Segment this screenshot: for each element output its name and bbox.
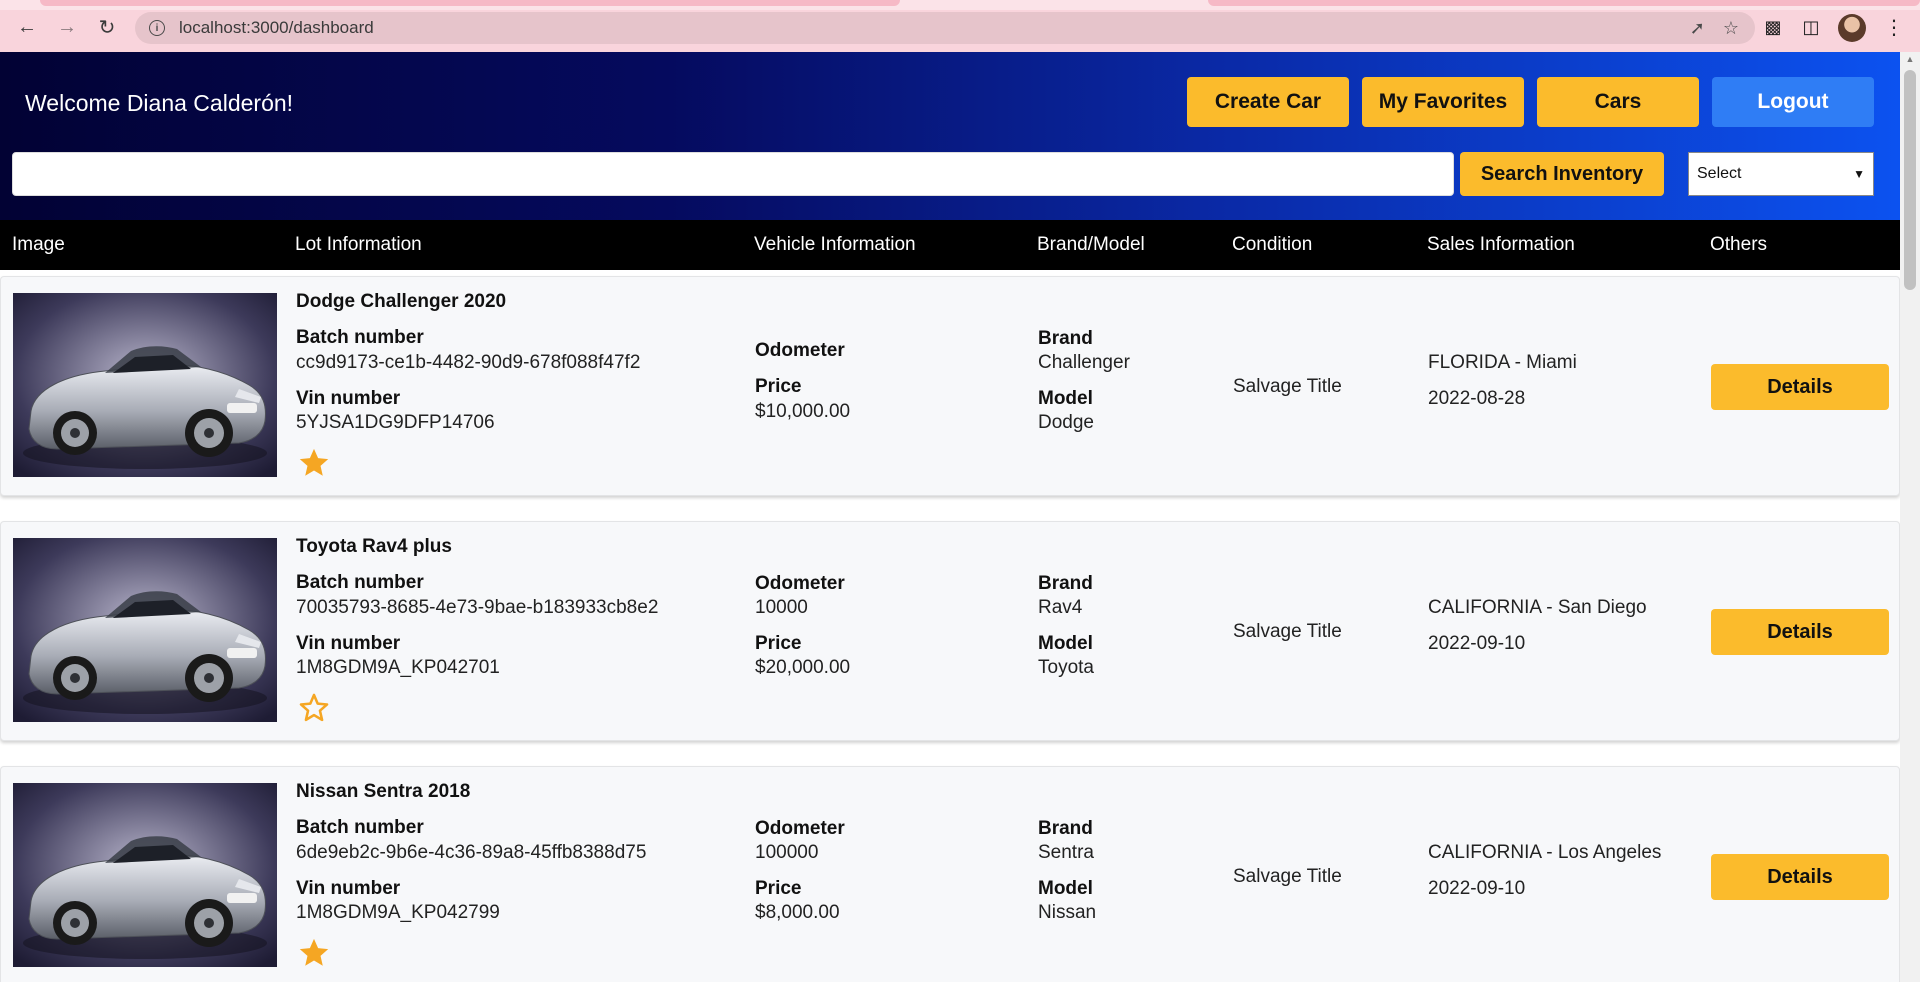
profile-avatar[interactable] [1838, 14, 1866, 42]
car-image [13, 293, 277, 477]
cars-button[interactable]: Cars [1537, 77, 1699, 127]
model-value: Dodge [1038, 412, 1094, 433]
price-label: Price [755, 878, 802, 899]
odometer-value: 10000 [755, 597, 808, 618]
vin-number: 1M8GDM9A_KP042701 [296, 657, 500, 678]
details-button[interactable]: Details [1711, 364, 1889, 410]
forward-arrow-icon[interactable]: → [54, 14, 80, 40]
column-header-brand-model: Brand/Model [1037, 234, 1145, 255]
model-label: Model [1038, 633, 1093, 654]
vin-label: Vin number [296, 878, 401, 899]
batch-label: Batch number [296, 327, 424, 348]
model-value: Toyota [1038, 657, 1094, 678]
sale-location: CALIFORNIA - Los Angeles [1428, 842, 1662, 863]
welcome-message: Welcome Diana Calderón! [25, 90, 294, 116]
reload-icon[interactable]: ↻ [94, 14, 120, 40]
site-info-icon[interactable]: i [149, 20, 165, 36]
car-image [13, 538, 277, 722]
brand-label: Brand [1038, 573, 1093, 594]
sale-date: 2022-09-10 [1428, 633, 1526, 654]
price-label: Price [755, 376, 802, 397]
side-panel-icon[interactable]: ◫ [1798, 14, 1824, 40]
favorite-star-filled-icon[interactable] [297, 446, 331, 480]
back-arrow-icon[interactable]: ← [14, 14, 40, 40]
filter-select-value: Select [1697, 165, 1742, 182]
table-header: Image Lot Information Vehicle Informatio… [0, 220, 1900, 270]
car-title: Dodge Challenger 2020 [296, 291, 507, 312]
condition-value: Salvage Title [1233, 866, 1342, 887]
batch-label: Batch number [296, 817, 424, 838]
column-header-image: Image [12, 234, 65, 255]
sale-location: CALIFORNIA - San Diego [1428, 597, 1647, 618]
price-value: $8,000.00 [755, 902, 840, 923]
car-title: Nissan Sentra 2018 [296, 781, 471, 802]
scrollbar-thumb[interactable] [1904, 70, 1916, 290]
search-inventory-button[interactable]: Search Inventory [1460, 152, 1664, 196]
bookmark-star-icon[interactable]: ☆ [1723, 18, 1739, 39]
odometer-label: Odometer [755, 573, 845, 594]
table-row: Nissan Sentra 2018 Batch number 6de9eb2c… [0, 766, 1900, 982]
price-value: $20,000.00 [755, 657, 851, 678]
address-url: localhost:3000/dashboard [179, 18, 374, 37]
batch-number: 6de9eb2c-9b6e-4c36-89a8-45ffb8388d75 [296, 842, 647, 863]
column-header-others: Others [1710, 234, 1768, 255]
condition-value: Salvage Title [1233, 376, 1342, 397]
model-label: Model [1038, 388, 1093, 409]
favorite-star-outline-icon[interactable] [297, 691, 331, 725]
share-icon[interactable]: ➚ [1690, 18, 1705, 39]
browser-tab[interactable] [40, 0, 900, 6]
odometer-value: 100000 [755, 842, 819, 863]
scroll-up-icon[interactable]: ▲ [1904, 54, 1916, 66]
condition-value: Salvage Title [1233, 621, 1342, 642]
vin-label: Vin number [296, 388, 401, 409]
table-row: Toyota Rav4 plus Batch number 70035793-8… [0, 521, 1900, 741]
chevron-down-icon: ▼ [1853, 167, 1865, 181]
details-button[interactable]: Details [1711, 854, 1889, 900]
sale-location: FLORIDA - Miami [1428, 352, 1577, 373]
browser-tab-strip [0, 0, 1920, 10]
vin-number: 1M8GDM9A_KP042799 [296, 902, 500, 923]
create-car-button[interactable]: Create Car [1187, 77, 1349, 127]
price-label: Price [755, 633, 802, 654]
vin-label: Vin number [296, 633, 401, 654]
brand-value: Challenger [1038, 352, 1130, 373]
sale-date: 2022-09-10 [1428, 878, 1526, 899]
car-image [13, 783, 277, 967]
vin-number: 5YJSA1DG9DFP14706 [296, 412, 495, 433]
table-row: Dodge Challenger 2020 Batch number cc9d9… [0, 276, 1900, 496]
column-header-lot-information: Lot Information [295, 234, 422, 255]
page-scrollbar[interactable]: ▲ [1900, 52, 1920, 982]
extensions-puzzle-icon[interactable]: ▩ [1760, 14, 1786, 40]
search-input[interactable] [12, 152, 1454, 196]
batch-label: Batch number [296, 572, 424, 593]
car-title: Toyota Rav4 plus [296, 536, 452, 557]
model-label: Model [1038, 878, 1093, 899]
model-value: Nissan [1038, 902, 1097, 923]
brand-value: Sentra [1038, 842, 1094, 863]
odometer-label: Odometer [755, 818, 845, 839]
address-bar[interactable]: i localhost:3000/dashboard ➚ ☆ [135, 12, 1755, 44]
column-header-vehicle-information: Vehicle Information [754, 234, 916, 255]
details-button[interactable]: Details [1711, 609, 1889, 655]
browser-menu-icon[interactable]: ⋮ [1884, 14, 1904, 40]
odometer-label: Odometer [755, 340, 845, 361]
filter-select[interactable]: Select ▼ [1688, 152, 1874, 196]
column-header-condition: Condition [1232, 234, 1313, 255]
my-favorites-button[interactable]: My Favorites [1362, 77, 1524, 127]
browser-tab[interactable] [1208, 0, 1920, 6]
batch-number: cc9d9173-ce1b-4482-90d9-678f088f47f2 [296, 352, 641, 373]
brand-label: Brand [1038, 818, 1093, 839]
logout-button[interactable]: Logout [1712, 77, 1874, 127]
app-header: Welcome Diana Calderón! Create Car My Fa… [0, 52, 1900, 220]
column-header-sales-information: Sales Information [1427, 234, 1575, 255]
brand-label: Brand [1038, 328, 1093, 349]
browser-toolbar: ← → ↻ i localhost:3000/dashboard ➚ ☆ ▩ ◫… [0, 0, 1920, 52]
brand-value: Rav4 [1038, 597, 1083, 618]
batch-number: 70035793-8685-4e73-9bae-b183933cb8e2 [296, 597, 659, 618]
favorite-star-filled-icon[interactable] [297, 936, 331, 970]
price-value: $10,000.00 [755, 401, 851, 422]
sale-date: 2022-08-28 [1428, 388, 1526, 409]
